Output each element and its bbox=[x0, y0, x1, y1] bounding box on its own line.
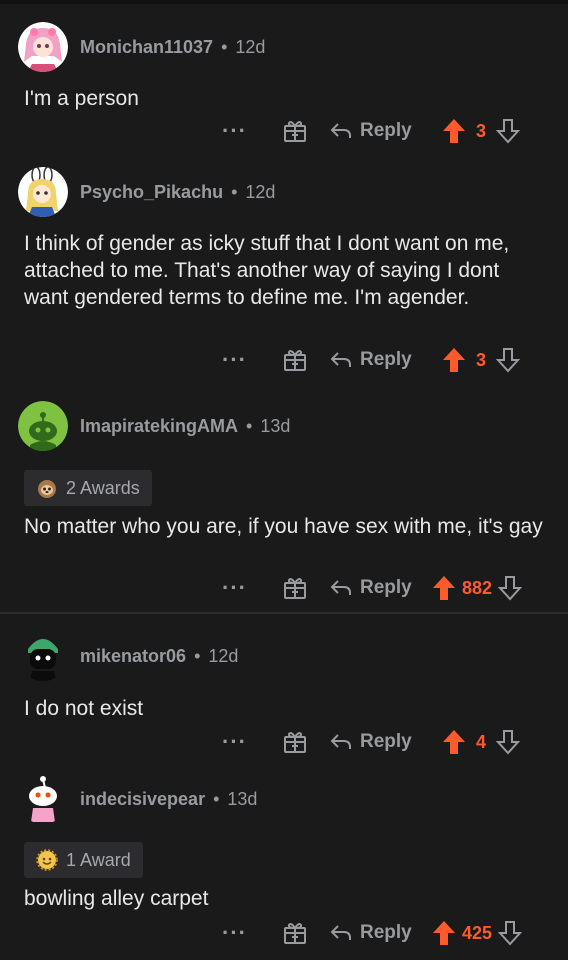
downvote-icon[interactable] bbox=[498, 575, 523, 601]
upvote-icon[interactable] bbox=[442, 118, 466, 144]
downvote-icon[interactable] bbox=[496, 729, 520, 755]
reply-label: Reply bbox=[360, 349, 412, 370]
avatar[interactable] bbox=[18, 631, 68, 681]
timestamp: 13d bbox=[260, 415, 291, 436]
comment-text: bowling alley carpet bbox=[24, 887, 209, 910]
separator: • bbox=[194, 645, 201, 666]
avatar[interactable] bbox=[18, 167, 68, 217]
comment-header: Monichan11037 • 12d bbox=[18, 22, 265, 72]
comment-actions: ··· Reply 3 bbox=[0, 114, 568, 148]
awards-badge[interactable]: 2 Awards bbox=[24, 470, 152, 506]
gift-award-icon[interactable] bbox=[282, 571, 308, 605]
more-options-button[interactable]: ··· bbox=[222, 725, 247, 759]
separator: • bbox=[213, 788, 220, 809]
avatar[interactable] bbox=[18, 22, 68, 72]
reply-label: Reply bbox=[360, 577, 412, 598]
top-edge bbox=[0, 0, 568, 4]
username[interactable]: ImapiratekingAMA bbox=[80, 416, 238, 437]
comment-header: ImapiratekingAMA • 13d bbox=[18, 401, 290, 451]
reply-button[interactable]: Reply bbox=[330, 725, 412, 759]
vote-controls: 4 bbox=[442, 725, 520, 759]
vote-score: 882 bbox=[462, 577, 493, 598]
separator: • bbox=[231, 181, 238, 202]
comment-header: mikenator06 • 12d bbox=[18, 631, 238, 681]
comment-text: I'm a person bbox=[24, 87, 139, 110]
more-options-button[interactable]: ··· bbox=[222, 916, 247, 950]
vote-score: 3 bbox=[475, 120, 486, 141]
reply-button[interactable]: Reply bbox=[330, 916, 412, 950]
awards-badge[interactable]: 1 Award bbox=[24, 842, 143, 878]
comment-actions: ··· Reply 425 bbox=[0, 916, 568, 950]
vote-score: 4 bbox=[475, 731, 486, 752]
vote-score: 425 bbox=[462, 922, 493, 943]
awards-label: 1 Award bbox=[66, 849, 131, 870]
vote-controls: 882 bbox=[432, 571, 523, 605]
thread-divider bbox=[0, 612, 568, 614]
upvote-icon[interactable] bbox=[442, 347, 466, 373]
timestamp: 13d bbox=[227, 788, 258, 809]
username[interactable]: mikenator06 bbox=[80, 646, 186, 667]
gift-award-icon[interactable] bbox=[282, 916, 308, 950]
upvote-icon[interactable] bbox=[432, 575, 456, 601]
comment-actions: ··· Reply 3 bbox=[0, 343, 568, 377]
reply-arrow-icon bbox=[330, 734, 351, 749]
timestamp: 12d bbox=[235, 36, 266, 57]
downvote-icon[interactable] bbox=[496, 118, 520, 144]
vote-controls: 425 bbox=[432, 916, 523, 950]
downvote-icon[interactable] bbox=[498, 920, 523, 946]
reply-arrow-icon bbox=[330, 123, 351, 138]
vote-score: 3 bbox=[475, 349, 486, 370]
comment-actions: ··· Reply 882 bbox=[0, 571, 568, 605]
comment-actions: ··· Reply 4 bbox=[0, 725, 568, 759]
gift-award-icon[interactable] bbox=[282, 114, 308, 148]
timestamp: 12d bbox=[245, 181, 276, 202]
comment-header: indecisivepear • 13d bbox=[18, 774, 257, 824]
vote-controls: 3 bbox=[442, 114, 520, 148]
reply-arrow-icon bbox=[330, 352, 351, 367]
reply-label: Reply bbox=[360, 731, 412, 752]
reply-label: Reply bbox=[360, 120, 412, 141]
more-options-button[interactable]: ··· bbox=[222, 571, 247, 605]
comment-header: Psycho_Pikachu • 12d bbox=[18, 167, 275, 217]
separator: • bbox=[221, 36, 228, 57]
vote-controls: 3 bbox=[442, 343, 520, 377]
sloth-award-icon bbox=[38, 480, 56, 498]
username[interactable]: Psycho_Pikachu bbox=[80, 182, 223, 203]
reply-label: Reply bbox=[360, 922, 412, 943]
comment-text: I think of gender as icky stuff that I d… bbox=[24, 232, 510, 309]
avatar[interactable] bbox=[18, 401, 68, 451]
reply-arrow-icon bbox=[330, 580, 351, 595]
separator: • bbox=[246, 415, 253, 436]
gift-award-icon[interactable] bbox=[282, 725, 308, 759]
timestamp: 12d bbox=[208, 645, 239, 666]
awards-label: 2 Awards bbox=[66, 477, 140, 498]
upvote-icon[interactable] bbox=[442, 729, 466, 755]
reply-button[interactable]: Reply bbox=[330, 343, 412, 377]
wholesome-award-icon bbox=[36, 849, 58, 871]
more-options-button[interactable]: ··· bbox=[222, 114, 247, 148]
gift-award-icon[interactable] bbox=[282, 343, 308, 377]
username[interactable]: Monichan11037 bbox=[80, 37, 213, 58]
downvote-icon[interactable] bbox=[496, 347, 520, 373]
reply-button[interactable]: Reply bbox=[330, 571, 412, 605]
comment-text: No matter who you are, if you have sex w… bbox=[24, 515, 543, 538]
comment-text: I do not exist bbox=[24, 697, 144, 720]
username[interactable]: indecisivepear bbox=[80, 789, 205, 810]
avatar[interactable] bbox=[18, 774, 68, 824]
more-options-button[interactable]: ··· bbox=[222, 343, 247, 377]
reply-arrow-icon bbox=[330, 925, 351, 940]
reply-button[interactable]: Reply bbox=[330, 114, 412, 148]
upvote-icon[interactable] bbox=[432, 920, 456, 946]
